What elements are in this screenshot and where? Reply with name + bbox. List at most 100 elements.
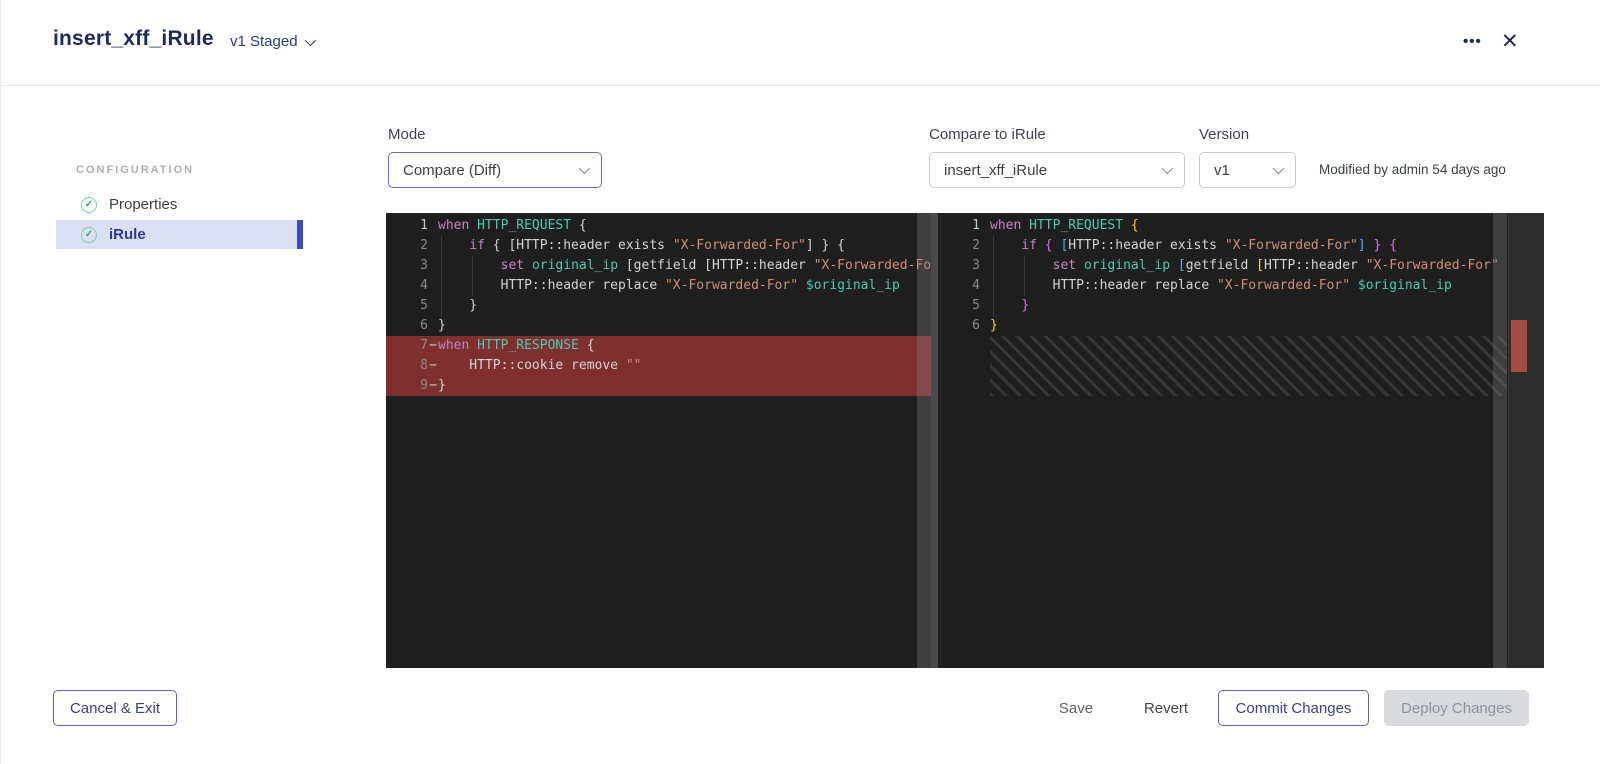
save-button[interactable]: Save — [1041, 690, 1111, 726]
code-line[interactable]: 7− when HTTP_RESPONSE { — [386, 336, 931, 356]
code-line[interactable]: 5 } — [386, 296, 931, 316]
page-title: insert_xff_iRule — [53, 27, 214, 50]
code-text: set original_ip [getfield [HTTP::header … — [1052, 258, 1499, 273]
code-line[interactable]: 6} — [938, 316, 1544, 336]
gutter-spacer — [428, 296, 438, 316]
gutter-spacer — [428, 276, 438, 296]
line-number: 6 — [972, 318, 980, 333]
code-content-modified: 1 when HTTP_REQUEST {2 if { [HTTP::header… — [938, 216, 1544, 336]
line-number: 1 — [420, 218, 428, 233]
code-text: when HTTP_RESPONSE { — [438, 338, 595, 353]
line-number: 2 — [420, 238, 428, 253]
diff-original-pane[interactable]: 1 when HTTP_REQUEST {2 if { [HTTP::header… — [386, 213, 931, 668]
code-line[interactable]: 2 if { [HTTP::header exists "X-Forwarded… — [386, 236, 931, 256]
line-number: 4 — [972, 278, 980, 293]
code-line[interactable]: 3 set original_ip [getfield [HTTP::heade… — [386, 256, 931, 276]
version-staged-dropdown[interactable]: v1 Staged — [230, 33, 316, 50]
code-text: set original_ip [getfield [HTTP::header … — [500, 258, 931, 273]
code-text: } — [438, 298, 478, 313]
gutter-spacer — [428, 236, 438, 256]
sidebar-section-label: CONFIGURATION — [76, 164, 195, 176]
overview-ruler[interactable] — [1508, 213, 1544, 668]
line-number: 5 — [420, 298, 428, 313]
more-options-button[interactable]: ••• — [1463, 33, 1482, 50]
gutter-spacer — [428, 316, 438, 336]
deleted-lines-placeholder — [990, 336, 1507, 396]
close-icon: ✕ — [1501, 30, 1519, 53]
diff-minus-icon: − — [429, 378, 437, 393]
line-number: 4 — [420, 278, 428, 293]
code-text: } — [990, 318, 998, 333]
line-number: 3 — [420, 258, 428, 273]
compare-to-value: insert_xff_iRule — [944, 161, 1048, 179]
scrollbar[interactable] — [917, 213, 931, 668]
compare-to-select[interactable]: insert_xff_iRule — [929, 152, 1185, 188]
check-circle-icon: ✓ — [81, 196, 97, 213]
diff-minus-icon: − — [429, 338, 437, 353]
sidebar-item-irule[interactable]: ✓ iRule — [56, 220, 303, 249]
code-line[interactable]: 1 when HTTP_REQUEST { — [938, 216, 1544, 236]
code-text: when HTTP_REQUEST { — [438, 218, 587, 233]
line-number: 3 — [972, 258, 980, 273]
code-text: HTTP::header replace "X-Forwarded-For" $… — [438, 278, 900, 293]
code-line[interactable]: 8− HTTP::cookie remove "" — [386, 356, 931, 376]
mode-select[interactable]: Compare (Diff) — [388, 152, 602, 188]
gutter-spacer — [428, 256, 438, 276]
chevron-down-icon — [578, 162, 591, 175]
chevron-down-icon — [1161, 162, 1174, 175]
code-line[interactable]: 4 HTTP::header replace "X-Forwarded-For"… — [386, 276, 931, 296]
code-line[interactable]: 5 } — [938, 296, 1544, 316]
code-text: if { [HTTP::header exists "X-Forwarded-F… — [469, 238, 846, 253]
code-line[interactable]: 1 when HTTP_REQUEST { — [386, 216, 931, 236]
ellipsis-icon: ••• — [1463, 33, 1482, 50]
modified-note: Modified by admin 54 days ago — [1319, 162, 1506, 177]
diff-modified-pane[interactable]: 1 when HTTP_REQUEST {2 if { [HTTP::header… — [938, 213, 1544, 668]
mode-label: Mode — [388, 126, 426, 143]
scrollbar[interactable] — [1493, 213, 1507, 668]
code-text: if { [HTTP::header exists "X-Forwarded-F… — [1021, 238, 1398, 253]
cancel-exit-label: Cancel & Exit — [69, 699, 161, 717]
gutter-spacer — [980, 236, 990, 256]
sidebar-item-properties[interactable]: ✓ Properties — [56, 190, 303, 219]
code-text: HTTP::header replace "X-Forwarded-For" $… — [990, 278, 1452, 293]
close-button[interactable]: ✕ — [1501, 29, 1519, 54]
code-text: } — [1021, 298, 1030, 313]
chevron-down-icon — [304, 34, 316, 46]
code-line[interactable]: 3 set original_ip [getfield [HTTP::heade… — [938, 256, 1544, 276]
gutter-spacer — [980, 316, 990, 336]
code-line[interactable]: 6} — [386, 316, 931, 336]
mode-value: Compare (Diff) — [403, 161, 502, 179]
cancel-exit-button[interactable]: Cancel & Exit — [53, 690, 177, 726]
diff-minus-icon: − — [429, 358, 437, 373]
code-line[interactable]: 4 HTTP::header replace "X-Forwarded-For"… — [938, 276, 1544, 296]
diff-editor: 1 when HTTP_REQUEST {2 if { [HTTP::header… — [386, 213, 1544, 668]
code-line[interactable]: 9−} — [386, 376, 931, 396]
selected-indicator-bar — [297, 220, 303, 249]
version-select[interactable]: v1 — [1199, 152, 1296, 188]
line-number: 9 — [420, 378, 428, 393]
line-number: 7 — [420, 338, 428, 353]
code-text: when HTTP_REQUEST { — [990, 218, 1139, 233]
chevron-down-icon — [1272, 162, 1285, 175]
gutter-spacer — [980, 276, 990, 296]
revert-button[interactable]: Revert — [1129, 690, 1203, 726]
commit-changes-button[interactable]: Commit Changes — [1218, 690, 1369, 726]
diff-removed-marker — [1511, 320, 1527, 372]
diff-sash-divider[interactable] — [931, 213, 938, 668]
check-circle-icon: ✓ — [81, 226, 97, 243]
gutter-spacer — [428, 216, 438, 236]
code-content-original: 1 when HTTP_REQUEST {2 if { [HTTP::header… — [386, 216, 931, 396]
line-number: 8 — [420, 358, 428, 373]
gutter-spacer — [980, 296, 990, 316]
code-text: HTTP::cookie remove "" — [438, 358, 642, 373]
code-line[interactable]: 2 if { [HTTP::header exists "X-Forwarded… — [938, 236, 1544, 256]
sidebar-item-label: iRule — [109, 226, 146, 243]
version-staged-label: v1 Staged — [230, 33, 298, 50]
version-value: v1 — [1214, 161, 1230, 179]
deploy-changes-button[interactable]: Deploy Changes — [1384, 690, 1529, 726]
line-number: 2 — [972, 238, 980, 253]
sidebar-item-label: Properties — [109, 196, 178, 213]
deploy-changes-label: Deploy Changes — [1401, 699, 1512, 717]
revert-label: Revert — [1143, 699, 1189, 717]
header-divider — [1, 85, 1600, 86]
